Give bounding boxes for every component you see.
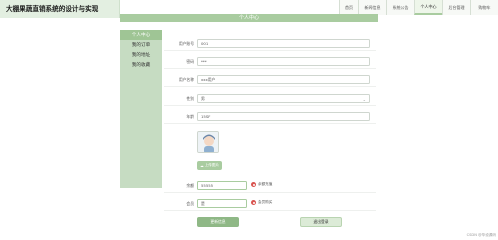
gender-select[interactable]: 男 ⌄	[197, 94, 370, 103]
app-title: 大棚果蔬直销系统的设计与实现	[6, 5, 99, 13]
title-block: 大棚果蔬直销系统的设计与实现	[0, 0, 120, 18]
name-input[interactable]: xxx用户	[197, 75, 370, 84]
buy-vip-label[interactable]: 会员购买	[258, 200, 272, 205]
password-input[interactable]: ***	[197, 57, 370, 66]
name-row: 用户名称 xxx用户	[164, 72, 376, 87]
tab-cart[interactable]: 购物车	[470, 0, 498, 15]
account-label: 用户账号	[178, 41, 194, 46]
account-input[interactable]: 001	[197, 39, 370, 48]
upload-image-button[interactable]: ☁ 上传图片	[197, 161, 222, 170]
tab-admin[interactable]: 后台管理	[442, 0, 470, 15]
page-title: 个人中心	[238, 15, 259, 21]
balance-row: 余额 55555 余额充值	[164, 178, 376, 193]
gender-row: 性别 男 ⌄	[164, 91, 376, 106]
watermark: CSDN @毕设源码	[466, 233, 496, 237]
sidebar-item-favorites[interactable]: 我的收藏	[120, 60, 162, 70]
password-label: 密码	[186, 59, 194, 64]
name-label: 用户名称	[178, 77, 194, 82]
sidebar-item-address[interactable]: 我的地址	[120, 50, 162, 60]
profile-form: 用户账号 001 密码 *** 用户名称 xxx用户 性别 男 ⌄ 年龄 15S…	[164, 30, 376, 234]
recharge-label[interactable]: 余额充值	[258, 182, 272, 187]
tab-profile[interactable]: 个人中心	[414, 0, 442, 15]
sidebar-item-profile[interactable]: 个人中心	[120, 30, 162, 40]
recharge-radio[interactable]	[251, 182, 256, 187]
age-input[interactable]: 15SF	[197, 112, 370, 121]
sidebar-item-orders[interactable]: 我的订单	[120, 40, 162, 50]
chevron-down-icon: ⌄	[362, 97, 366, 102]
gender-label: 性别	[186, 96, 194, 101]
age-label: 年龄	[186, 114, 194, 119]
top-nav: 首页 新闻信息 系统公告 个人中心 后台管理 购物车	[339, 0, 498, 15]
avatar	[197, 131, 219, 153]
avatar-icon	[198, 132, 218, 152]
tab-notice[interactable]: 系统公告	[386, 0, 414, 15]
update-button[interactable]: 更新信息	[197, 217, 239, 227]
tab-news[interactable]: 新闻信息	[358, 0, 386, 15]
vip-input[interactable]: 是	[197, 199, 247, 208]
buy-vip-radio[interactable]	[251, 200, 256, 205]
sidebar: 个人中心 我的订单 我的地址 我的收藏	[120, 30, 162, 188]
balance-input[interactable]: 55555	[197, 181, 247, 190]
vip-label: 会员	[186, 201, 194, 206]
account-row: 用户账号 001	[164, 36, 376, 51]
tab-home[interactable]: 首页	[339, 0, 358, 15]
password-row: 密码 ***	[164, 54, 376, 69]
balance-label: 余额	[186, 183, 194, 188]
vip-row: 会员 是 会员购买	[164, 196, 376, 211]
logout-button[interactable]: 退出登录	[300, 217, 342, 227]
gender-value: 男	[201, 96, 205, 101]
age-row: 年龄 15SF	[164, 109, 376, 124]
page-header-band: 个人中心	[120, 14, 378, 22]
upload-label: 上传图片	[204, 163, 220, 167]
